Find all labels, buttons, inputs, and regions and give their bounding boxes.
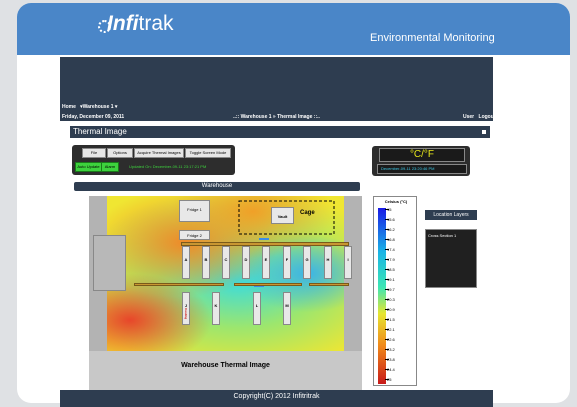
page-footer: Copyright(C) 2012 Infitritrak (60, 390, 493, 407)
legend-tick: 18.5 (385, 267, 395, 272)
legend-tick: 15.6 (385, 217, 395, 222)
legend-tick: 23.2 (385, 347, 395, 352)
vent-icon (259, 238, 269, 240)
rack-beam-lower-mid (234, 283, 302, 286)
cage-label: Cage (300, 210, 315, 216)
rack-beam-lower-right (309, 283, 349, 286)
panel-header: Thermal Image (70, 126, 490, 138)
unit-panel: °C/°F December-09-11 23:20:46 PM (372, 146, 470, 176)
legend-tick: 25 (384, 377, 392, 382)
maximize-icon[interactable] (482, 130, 486, 134)
nav-links: Home ▾Warehouse 1 ▾ (62, 104, 117, 110)
rack-d[interactable]: D (242, 246, 250, 279)
temperature-legend: Celsius (°C) 15 15.6 16.2 16.8 17.4 17.9 18.5 1… (373, 196, 417, 386)
warehouse-title-bar: Warehouse (74, 182, 360, 191)
rack-l[interactable]: L (253, 292, 261, 325)
rack-beam-lower-left (134, 283, 224, 286)
legend-color-bar (378, 208, 386, 384)
location-layers-header: Location Layers (425, 210, 477, 220)
toggle-screen-mode-button[interactable]: Toggle Screen Mode (185, 148, 231, 158)
rack-h[interactable]: H (324, 246, 332, 279)
legend-tick: 21.5 (385, 317, 395, 322)
rack-k[interactable]: K (212, 292, 220, 325)
map-bottom-label: Warehouse Thermal Image (181, 362, 270, 369)
brand-logo[interactable]: Infitrak (107, 12, 174, 36)
legend-tick: 24.4 (385, 367, 395, 372)
legend-tick: 16.8 (385, 237, 395, 242)
unit-timestamp: December-09-11 23:20:46 PM (377, 164, 467, 174)
options-button[interactable]: Options (107, 148, 133, 158)
panel-title: Thermal Image (73, 127, 127, 136)
logout-link[interactable]: Logout (479, 114, 496, 120)
header-subtitle: Environmental Monitoring (370, 32, 495, 44)
top-banner: Infitrak Environmental Monitoring (17, 3, 570, 55)
fridge-1[interactable]: Fridge 1 (179, 200, 210, 222)
legend-tick: 17.4 (385, 247, 395, 252)
legend-tick: 22.1 (385, 327, 395, 332)
rack-j[interactable]: J Cooling (182, 292, 190, 325)
unit-toggle-button[interactable]: °C/°F (379, 148, 465, 162)
alarm-badge[interactable]: Alarm (101, 162, 119, 172)
rack-b[interactable]: B (202, 246, 210, 279)
layer-item[interactable]: Cross Section 1 (428, 233, 456, 238)
storage-block (93, 235, 126, 291)
rack-g[interactable]: G (303, 246, 311, 279)
rack-c[interactable]: C (222, 246, 230, 279)
toolbar-panel: File Options Acquire Thermal Images Togg… (72, 145, 235, 175)
navigation-bar (60, 57, 493, 121)
legend-tick: 19.1 (385, 277, 395, 282)
rack-i[interactable]: I (344, 246, 352, 279)
thermal-map: Fridge 1 Fridge 2 Vault Cage Vent - Vent… (89, 196, 362, 390)
last-updated-text: Updated On: December-09-11 23:17:21 PM (129, 164, 207, 169)
file-button[interactable]: File (82, 148, 106, 158)
nav-breadcrumb[interactable]: Warehouse 1 (83, 104, 114, 110)
legend-tick: 23.8 (385, 357, 395, 362)
rack-a[interactable]: A (182, 246, 190, 279)
legend-tick: 20.9 (385, 307, 395, 312)
acquire-thermal-images-button[interactable]: Acquire Thermal Images (134, 148, 184, 158)
location-layers-list: Cross Section 1 (425, 229, 477, 288)
rack-m[interactable]: M (283, 292, 291, 325)
floor-area (89, 351, 362, 390)
nav-home-link[interactable]: Home (62, 104, 76, 110)
fridge-2[interactable]: Fridge 2 (179, 230, 210, 240)
vault[interactable]: Vault (271, 207, 294, 224)
legend-title: Celsius (°C) (384, 199, 408, 204)
rack-f[interactable]: F (283, 246, 291, 279)
legend-tick: 17.9 (385, 257, 395, 262)
legend-tick: 15 (384, 207, 392, 212)
user-link[interactable]: User (463, 114, 474, 120)
rack-j-cooling-label: Cooling (184, 308, 188, 320)
legend-tick: 22.6 (385, 337, 395, 342)
auto-update-toggle[interactable]: Auto Update (75, 162, 102, 172)
rack-e[interactable]: E (262, 246, 270, 279)
legend-tick: 16.2 (385, 227, 395, 232)
legend-tick: 19.7 (385, 287, 395, 292)
user-menu: User Logout (460, 114, 495, 120)
legend-tick: 20.3 (385, 297, 395, 302)
chevron-down-icon: ▾ (113, 104, 118, 110)
